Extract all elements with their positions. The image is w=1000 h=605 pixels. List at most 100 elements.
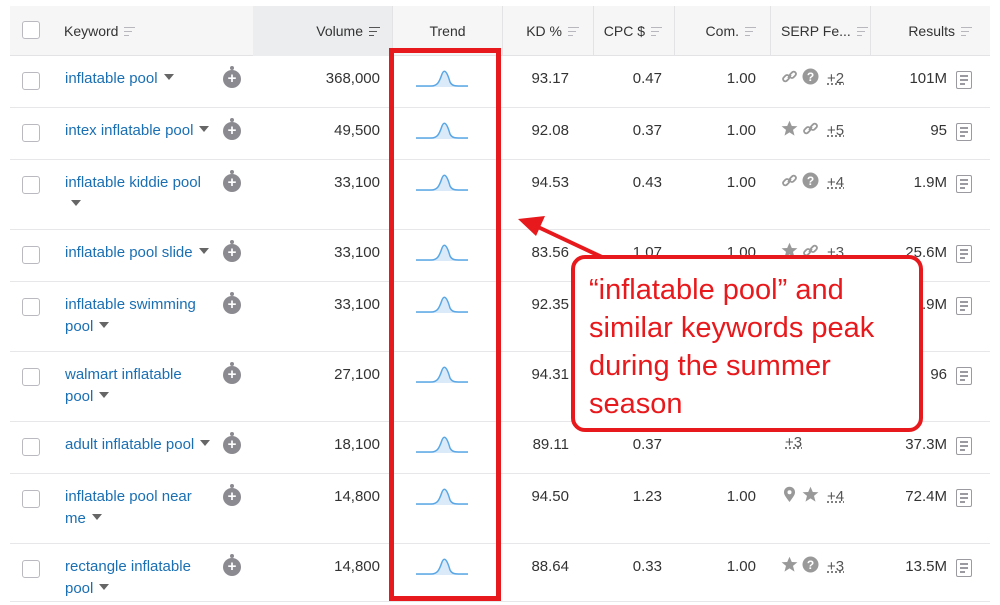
keyword-link[interactable]: inflatable kiddie pool [65,172,213,216]
cpc-value: 0.47 [632,70,662,87]
row-checkbox[interactable] [22,368,40,386]
select-all-checkbox[interactable] [22,21,40,39]
keyword-link[interactable]: adult inflatable pool [65,434,225,456]
row-checkbox[interactable] [22,176,40,194]
add-to-list-icon[interactable]: + [223,362,241,384]
chevron-down-icon[interactable] [200,440,211,446]
add-to-list-icon[interactable]: + [223,66,241,88]
volume-value: 33,100 [334,174,380,191]
keyword-text: inflatable swimming [65,296,196,313]
serp-more-link[interactable]: +4 [827,488,844,505]
row-checkbox[interactable] [22,246,40,264]
serp-snapshot-icon[interactable] [956,123,972,141]
kd-value: 94.31 [531,366,569,383]
volume-value: 14,800 [334,558,380,575]
kd-value: 89.11 [532,436,569,453]
keyword-link[interactable]: rectangle inflatable pool [65,556,225,600]
link-icon [802,120,819,141]
volume-value: 14,800 [334,488,380,505]
sort-icon [369,26,380,37]
add-to-list-icon[interactable]: + [223,484,241,506]
svg-text:?: ? [807,174,814,188]
serp-features: ? +3 [781,556,844,577]
column-volume-label: Volume [316,23,363,39]
question-icon: ? [802,556,819,577]
serp-more-link[interactable]: +2 [827,70,844,87]
com-value: 1.00 [726,70,756,87]
add-to-list-icon[interactable]: + [223,118,241,140]
keyword-text-cont: pool [65,580,94,597]
chevron-down-icon[interactable] [71,200,81,206]
column-keyword[interactable]: Keyword [64,6,136,56]
chevron-down-icon[interactable] [99,392,110,398]
add-to-list-icon[interactable]: + [223,554,241,576]
keyword-link[interactable]: inflatable pool slide [65,242,225,264]
column-cpc[interactable]: CPC $ [594,6,674,56]
keyword-link[interactable]: inflatable pool [65,68,225,90]
chevron-down-icon[interactable] [99,322,110,328]
star-icon [781,556,798,577]
serp-more-link[interactable]: +4 [827,174,844,191]
row-checkbox[interactable] [22,298,40,316]
row-checkbox[interactable] [22,490,40,508]
chevron-down-icon[interactable] [163,74,174,80]
row-checkbox[interactable] [22,124,40,142]
column-results[interactable]: Results [871,6,990,56]
column-results-label: Results [908,23,955,39]
serp-more-link[interactable]: +3 [827,558,844,575]
add-to-list-icon[interactable]: + [223,170,241,192]
column-kd-label: KD % [526,23,562,39]
star-icon [802,486,819,507]
column-serp-features[interactable]: SERP Fe... [781,6,868,56]
keyword-link[interactable]: intex inflatable pool [65,120,225,142]
serp-snapshot-icon[interactable] [956,559,972,577]
chevron-down-icon[interactable] [99,584,110,590]
column-kd[interactable]: KD % [503,6,593,56]
serp-snapshot-icon[interactable] [956,175,972,193]
add-to-list-icon[interactable]: + [223,432,241,454]
kd-value: 94.53 [531,174,569,191]
chevron-down-icon[interactable] [91,514,102,520]
sort-icon [651,26,662,37]
kd-value: 93.17 [531,70,569,87]
svg-text:?: ? [807,558,814,572]
serp-more-link[interactable]: +3 [785,434,802,451]
column-volume[interactable]: Volume [253,6,392,56]
keyword-text-cont: me [65,510,86,527]
serp-more-link[interactable]: +5 [827,122,844,139]
column-keyword-label: Keyword [64,23,119,39]
link-icon [781,68,798,89]
keyword-link[interactable]: inflatable swimming pool [65,294,225,338]
keyword-text: walmart inflatable [65,366,182,383]
volume-value: 18,100 [334,436,380,453]
add-to-list-icon[interactable]: + [223,292,241,314]
keyword-link[interactable]: inflatable pool near me [65,486,225,530]
star-icon [781,120,798,141]
kd-value: 94.50 [531,488,569,505]
row-checkbox[interactable] [22,72,40,90]
column-com-label: Com. [705,23,739,39]
com-value: 1.00 [726,174,756,191]
com-value: 1.00 [726,122,756,139]
results-value: .9M [921,296,947,313]
chevron-down-icon[interactable] [199,126,210,132]
volume-value: 27,100 [334,366,380,383]
annotation-callout: “inflatable pool” and similar keywords p… [571,255,923,432]
add-to-list-icon[interactable]: + [223,240,241,262]
serp-features: +4 [781,486,844,507]
row-checkbox[interactable] [22,560,40,578]
chevron-down-icon[interactable] [198,248,209,254]
results-value: 96 [930,366,947,383]
sort-icon [961,26,972,37]
serp-snapshot-icon[interactable] [956,489,972,507]
serp-snapshot-icon[interactable] [956,437,972,455]
results-value: 72.4M [905,488,947,505]
serp-snapshot-icon[interactable] [956,297,972,315]
row-checkbox[interactable] [22,438,40,456]
keyword-link[interactable]: walmart inflatable pool [65,364,225,408]
column-com[interactable]: Com. [675,6,770,56]
serp-snapshot-icon[interactable] [956,71,972,89]
cpc-value: 0.33 [632,558,662,575]
serp-snapshot-icon[interactable] [956,367,972,385]
serp-snapshot-icon[interactable] [956,245,972,263]
